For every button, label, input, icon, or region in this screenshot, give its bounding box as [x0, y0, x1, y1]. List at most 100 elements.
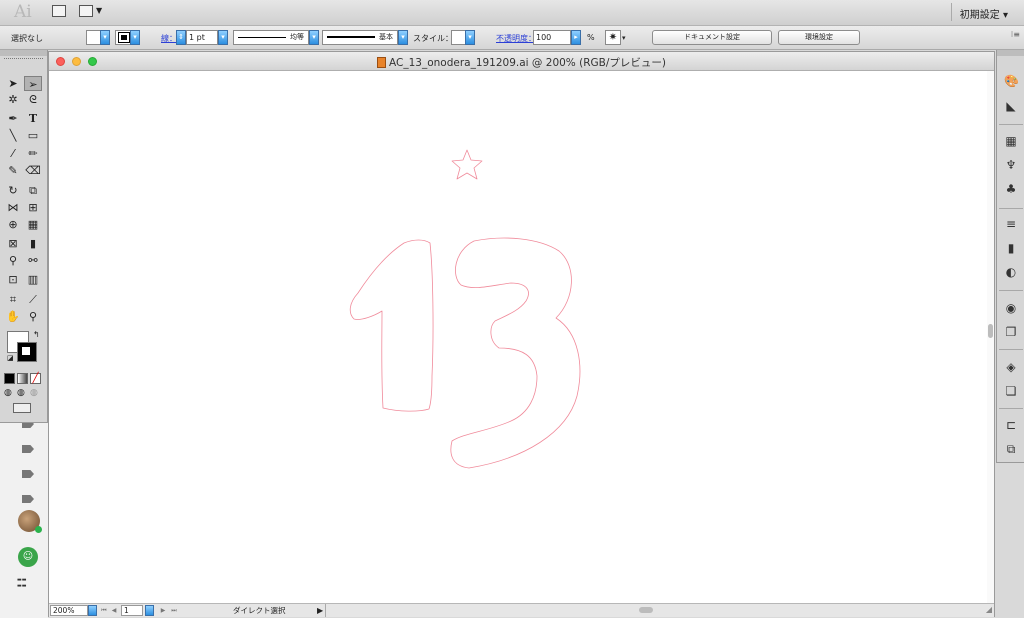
brushes-panel-icon[interactable]: ♆ [1004, 159, 1018, 171]
graphic-style-dropdown[interactable]: ▾ [465, 30, 475, 45]
opacity-unit: % [587, 33, 595, 42]
artboard-dropdown[interactable] [145, 605, 154, 616]
fill-dropdown[interactable]: ▾ [100, 30, 110, 45]
swatches-panel-icon[interactable]: ▦ [1004, 135, 1018, 147]
magic-wand-tool-icon[interactable]: ✲ [4, 92, 22, 107]
rectangle-tool-icon[interactable]: ▭ [24, 128, 42, 143]
transparency-panel-icon[interactable]: ◐ [1004, 266, 1018, 278]
type-tool-icon[interactable]: T [24, 111, 42, 126]
direct-selection-tool-icon[interactable]: ➢ [24, 76, 42, 91]
hand-tool-icon[interactable]: ✋ [4, 309, 22, 324]
horizontal-scroll-thumb[interactable] [639, 607, 653, 613]
workspace-switcher[interactable]: 初期設定 ▾ [960, 6, 1008, 21]
stroke-weight-dropdown[interactable]: ▾ [218, 30, 228, 45]
vertical-scrollbar[interactable] [987, 71, 994, 603]
panel-dock: 🎨 ◣ ▦ ♆ ♣ ≡ ▮ ◐ ◉ ❐ ◈ ❏ ⊏ ⧉ [996, 50, 1024, 463]
rotate-tool-icon[interactable]: ↻ [4, 183, 22, 198]
tools-panel-header[interactable] [0, 50, 47, 56]
eyedropper-tool-icon[interactable]: ⚲ [4, 253, 22, 268]
appearance-panel-icon[interactable]: ◉ [1004, 302, 1018, 314]
blob-brush-tool-icon[interactable]: ✎ [4, 163, 22, 178]
pencil-tool-icon[interactable]: ✏ [24, 146, 42, 161]
recolor-artwork-icon[interactable]: ✷ [605, 30, 621, 45]
stroke-weight-stepper[interactable]: ⇕ [176, 30, 186, 45]
pen-tool-icon[interactable]: ✒ [4, 111, 22, 126]
last-artboard-icon[interactable]: ⏭ [170, 605, 178, 616]
control-bar-menu-icon[interactable]: ⁝≡ [1011, 30, 1020, 39]
line-segment-tool-icon[interactable]: ╲ [4, 128, 22, 143]
free-transform-tool-icon[interactable]: ⊞ [24, 200, 42, 215]
gradient-tool-icon[interactable]: ▮ [24, 236, 42, 251]
vertical-scroll-thumb[interactable] [988, 324, 993, 338]
opacity-dropdown[interactable]: ▸ [571, 30, 581, 45]
stroke-dropdown[interactable]: ▾ [130, 30, 140, 45]
draw-inside-icon[interactable]: ◍ [30, 388, 38, 398]
current-tool-status[interactable]: ダイレクト選択 [233, 605, 286, 616]
opacity-field[interactable]: 100 [533, 30, 571, 45]
stroke-weight-field[interactable]: 1 pt [186, 30, 218, 45]
gradient-panel-icon[interactable]: ▮ [1004, 242, 1018, 254]
symbols-panel-icon[interactable]: ♣ [1004, 183, 1018, 195]
document-title: AC_13_onodera_191209.ai @ 200% (RGB/プレビュ… [49, 55, 994, 70]
dock-header[interactable] [997, 50, 1024, 56]
slice-tool-icon[interactable]: ⟋ [24, 292, 42, 307]
bridge-icon[interactable] [52, 5, 66, 17]
arrange-documents-icon[interactable] [79, 5, 93, 17]
align-panel-icon[interactable]: ⊏ [1004, 419, 1018, 431]
scale-tool-icon[interactable]: ⧉ [24, 183, 42, 198]
stroke-panel-icon[interactable]: ≡ [1004, 218, 1018, 230]
arrange-dropdown-arrow-icon[interactable]: ▼ [96, 6, 102, 15]
zoom-tool-icon[interactable]: ⚲ [24, 309, 42, 324]
artboard-canvas[interactable] [49, 71, 987, 603]
color-mode-icon[interactable] [4, 373, 15, 384]
brush-definition[interactable]: 基本 [322, 30, 398, 45]
draw-normal-icon[interactable]: ◍ [4, 388, 12, 398]
selection-tool-icon[interactable]: ➤ [4, 76, 22, 91]
eraser-tool-icon[interactable]: ⌫ [24, 163, 42, 178]
brush-dropdown[interactable]: ▾ [398, 30, 408, 45]
swap-fill-stroke-icon[interactable]: ↰ [33, 330, 40, 339]
previous-artboard-icon[interactable]: ◀ [110, 605, 118, 616]
paintbrush-tool-icon[interactable]: ⁄ [4, 146, 22, 161]
document-window: AC_13_onodera_191209.ai @ 200% (RGB/プレビュ… [48, 51, 995, 617]
style-label: スタイル： [413, 34, 453, 43]
opacity-label-link[interactable]: 不透明度： [496, 33, 536, 44]
next-artboard-icon[interactable]: ▶ [159, 605, 167, 616]
lasso-tool-icon[interactable]: ᘓ [24, 92, 42, 107]
stroke-color-box[interactable] [17, 342, 37, 362]
mesh-tool-icon[interactable]: ⊠ [4, 236, 22, 251]
status-menu-arrow-icon[interactable]: ▶ [317, 605, 323, 616]
gradient-mode-icon[interactable] [17, 373, 28, 384]
resize-grip-icon[interactable]: ◢ [986, 605, 992, 614]
default-fill-stroke-icon[interactable]: ◪ [7, 354, 14, 362]
first-artboard-icon[interactable]: ⏮ [100, 605, 108, 616]
none-mode-icon[interactable]: ╱ [30, 373, 41, 384]
variable-width-profile[interactable]: 均等 [233, 30, 309, 45]
width-tool-icon[interactable]: ⋈ [4, 200, 22, 215]
symbol-sprayer-tool-icon[interactable]: ⊡ [4, 272, 22, 287]
draw-behind-icon[interactable]: ◍ [17, 388, 25, 398]
channel-logo: ▬▬ ▬▬ [17, 577, 27, 589]
pathfinder-panel-icon[interactable]: ⧉ [1004, 443, 1018, 455]
perspective-grid-tool-icon[interactable]: ▦ [24, 217, 42, 232]
color-guide-icon[interactable]: ◣ [1004, 100, 1018, 112]
graphic-styles-panel-icon[interactable]: ❐ [1004, 326, 1018, 338]
blend-tool-icon[interactable]: ⚯ [24, 253, 42, 268]
recolor-dropdown-arrow-icon[interactable]: ▾ [622, 34, 626, 42]
artboard-tool-icon[interactable]: ⌗ [4, 292, 22, 307]
screen-mode-icon[interactable] [13, 403, 31, 413]
zoom-level-field[interactable]: 200% [50, 605, 88, 616]
document-setup-button[interactable]: ドキュメント設定 [652, 30, 772, 45]
document-title-bar: AC_13_onodera_191209.ai @ 200% (RGB/プレビュ… [49, 52, 994, 71]
column-graph-tool-icon[interactable]: ▥ [24, 272, 42, 287]
color-panel-icon[interactable]: 🎨 [1004, 75, 1019, 87]
preferences-button[interactable]: 環境設定 [778, 30, 860, 45]
stroke-label-link[interactable]: 線： [161, 33, 177, 44]
layers-panel-icon[interactable]: ◈ [1004, 361, 1018, 373]
shape-builder-tool-icon[interactable]: ⊕ [4, 217, 22, 232]
zoom-dropdown[interactable] [88, 605, 97, 616]
artboard-number-field[interactable]: 1 [121, 605, 143, 616]
artwork [349, 149, 581, 469]
artboards-panel-icon[interactable]: ❏ [1004, 385, 1018, 397]
profile-dropdown[interactable]: ▾ [309, 30, 319, 45]
